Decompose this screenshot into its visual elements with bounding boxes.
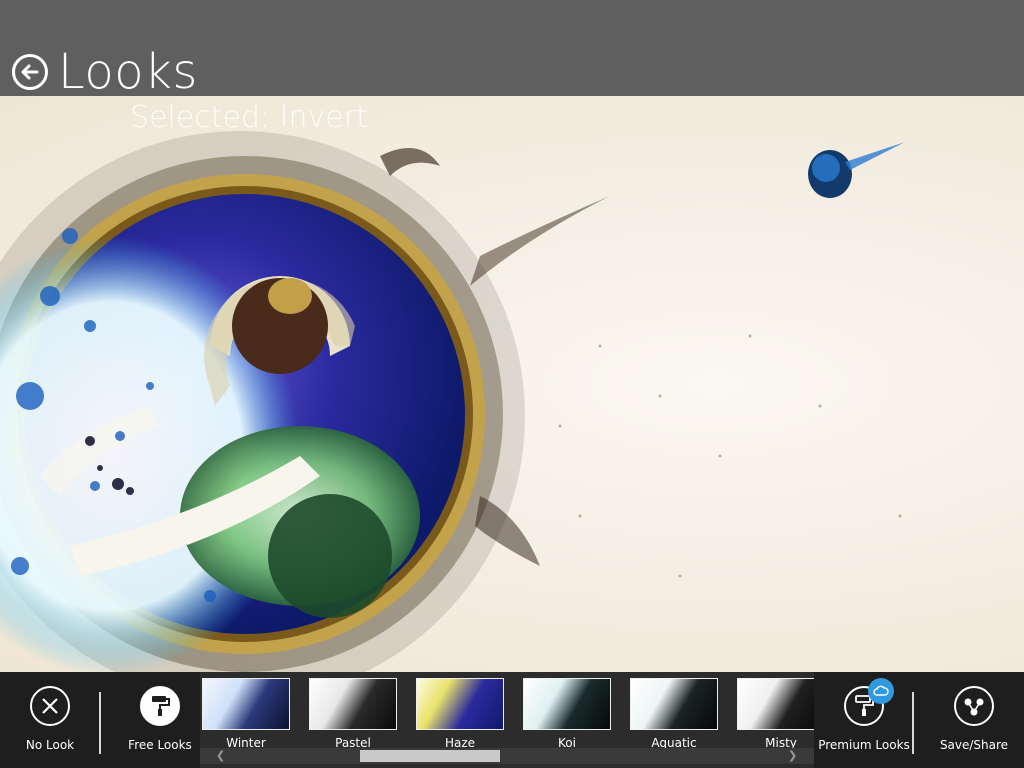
look-thumb-pastel[interactable]: Pastel	[309, 678, 397, 758]
premium-looks-label: Premium Looks	[818, 738, 910, 752]
back-arrow-icon	[21, 64, 39, 80]
save-share-button[interactable]: Save/Share	[940, 672, 1008, 768]
cloud-badge-icon	[868, 678, 894, 704]
photo-preview: Selected: Invert	[0, 96, 1024, 672]
no-look-label: No Look	[25, 738, 75, 752]
look-thumb-aquatic[interactable]: Aquatic	[630, 678, 718, 758]
scroll-left-icon[interactable]: ❮	[216, 749, 225, 762]
back-button[interactable]	[12, 54, 48, 90]
look-thumb-winter[interactable]: Winter	[202, 678, 290, 758]
scroll-right-icon[interactable]: ❯	[788, 749, 797, 762]
header-bar: Looks	[0, 0, 1024, 100]
free-looks-button[interactable]: Free Looks	[126, 672, 194, 768]
no-look-icon	[30, 686, 70, 726]
page-title: Looks	[58, 44, 198, 100]
selected-look-label: Selected: Invert	[130, 100, 368, 135]
thumbnail-image	[630, 678, 718, 730]
divider	[99, 692, 101, 754]
no-look-button[interactable]: No Look	[18, 672, 82, 768]
scroll-thumb[interactable]	[360, 750, 500, 762]
premium-looks-button[interactable]: Premium Looks	[818, 672, 910, 768]
look-thumb-misty[interactable]: Misty	[737, 678, 814, 758]
save-share-label: Save/Share	[939, 738, 1009, 752]
thumbnail-image	[416, 678, 504, 730]
divider	[912, 692, 914, 754]
look-thumb-haze[interactable]: Haze	[416, 678, 504, 758]
share-icon	[954, 686, 994, 726]
paint-roller-icon	[844, 678, 894, 726]
thumbnail-image	[309, 678, 397, 730]
looks-scrollbar[interactable]: ❮ ❯	[200, 748, 814, 764]
thumbnail-image	[737, 678, 814, 730]
thumbnail-image	[523, 678, 611, 730]
thumbnail-image	[202, 678, 290, 730]
inverted-photo	[0, 131, 905, 672]
look-thumb-koi[interactable]: Koi	[523, 678, 611, 758]
paint-roller-icon	[140, 686, 180, 726]
free-looks-label: Free Looks	[128, 738, 192, 752]
